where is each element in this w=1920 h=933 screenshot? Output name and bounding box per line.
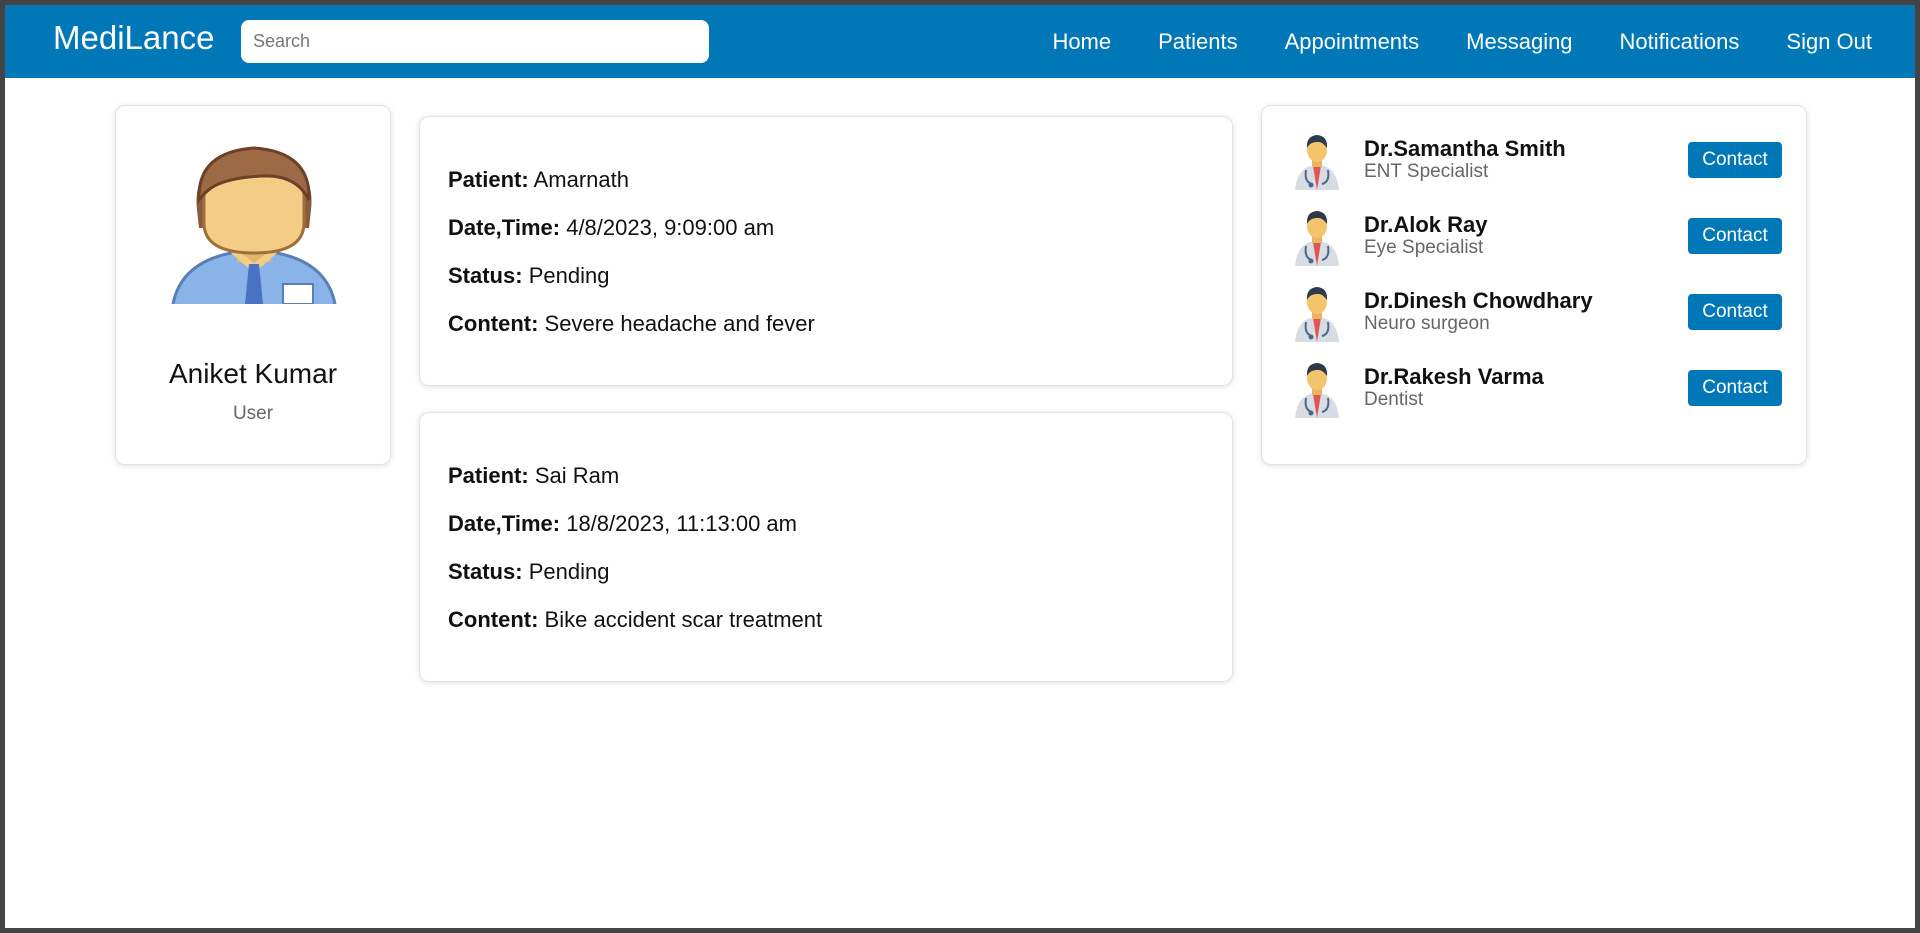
appointment-content-value: Bike accident scar treatment [544,607,823,632]
doctor-row: Dr.Rakesh Varma Dentist Contact [1292,356,1782,420]
doctor-row: Dr.Alok Ray Eye Specialist Contact [1292,204,1782,268]
doctor-name: Dr.Alok Ray [1364,212,1488,237]
doctor-avatar-icon [1295,211,1339,266]
doctor-row: Dr.Dinesh Chowdhary Neuro surgeon Contac… [1292,280,1782,344]
appointment-patient: Patient: Sai Ram [448,463,620,488]
brand-logo[interactable]: MediLance [53,19,214,57]
nav-messaging-link[interactable]: Messaging [1466,29,1572,55]
appointment-content-value: Severe headache and fever [544,311,815,336]
appointment-status-value: Pending [528,559,610,584]
appointment-card[interactable]: Patient: Sai Ram Date,Time: 18/8/2023, 1… [419,412,1233,682]
appointment-patient: Patient: Amarnath [448,167,629,192]
nav-patients-link[interactable]: Patients [1158,29,1238,55]
profile-card: Aniket Kumar User [115,105,391,465]
doctor-specialty: ENT Specialist [1364,161,1489,182]
nav-sign-out-link[interactable]: Sign Out [1786,29,1872,55]
user-avatar-icon [171,146,337,304]
doctor-row: Dr.Samantha Smith ENT Specialist Contact [1292,128,1782,192]
appointment-patient-value: Sai Ram [534,463,620,488]
doctors-list-card: Dr.Samantha Smith ENT Specialist Contact… [1261,105,1807,465]
appointment-status: Status: Pending [448,559,610,584]
profile-name: Aniket Kumar [168,358,338,389]
nav-home-link[interactable]: Home [1052,29,1111,55]
nav-appointments-link[interactable]: Appointments [1285,29,1420,55]
appointment-datetime-value: 4/8/2023, 9:09:00 am [566,215,775,240]
contact-button[interactable]: Contact [1688,142,1782,178]
nav-notifications-link[interactable]: Notifications [1620,29,1740,55]
appointment-status: Status: Pending [448,263,610,288]
doctor-avatar-icon [1295,287,1339,342]
appointment-datetime: Date,Time: 4/8/2023, 9:09:00 am [448,215,775,240]
doctor-avatar-icon [1295,363,1339,418]
doctor-avatar-icon [1295,135,1339,190]
contact-button[interactable]: Contact [1688,218,1782,254]
top-navbar: MediLance Home Patients Appointments Mes… [5,5,1915,78]
doctor-name: Dr.Samantha Smith [1364,136,1566,161]
appointment-card[interactable]: Patient: Amarnath Date,Time: 4/8/2023, 9… [419,116,1233,386]
appointment-content: Content: Bike accident scar treatment [448,607,823,632]
doctor-specialty: Dentist [1364,389,1424,410]
doctor-specialty: Eye Specialist [1364,237,1484,258]
doctor-name: Dr.Rakesh Varma [1364,364,1544,389]
app-window: MediLance Home Patients Appointments Mes… [0,0,1920,933]
nav-links: Home Patients Appointments Messaging Not… [1052,5,1872,78]
appointment-datetime: Date,Time: 18/8/2023, 11:13:00 am [448,511,797,536]
doctor-specialty: Neuro surgeon [1364,313,1490,334]
contact-button[interactable]: Contact [1688,370,1782,406]
appointment-datetime-value: 18/8/2023, 11:13:00 am [566,511,797,536]
appointment-patient-value: Amarnath [533,167,629,192]
appointment-content: Content: Severe headache and fever [448,311,815,336]
profile-role: User [232,403,274,424]
appointment-status-value: Pending [528,263,610,288]
contact-button[interactable]: Contact [1688,294,1782,330]
doctor-name: Dr.Dinesh Chowdhary [1364,288,1593,313]
search-input[interactable] [241,20,709,63]
